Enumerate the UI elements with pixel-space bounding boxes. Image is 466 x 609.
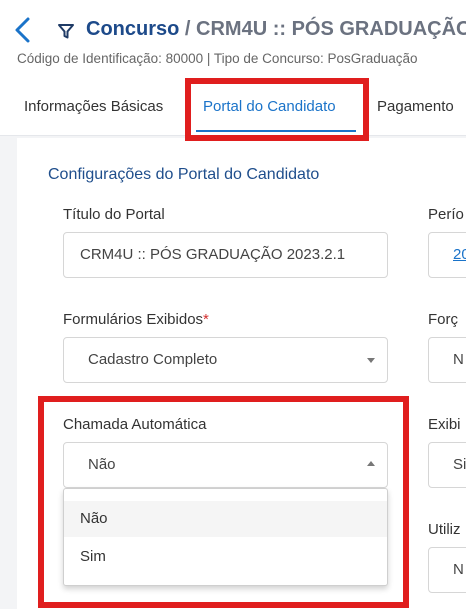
chamada-automatica-value: Não <box>88 456 116 473</box>
utiliza-value: N <box>453 561 464 578</box>
page-header: Concurso / CRM4U :: PÓS GRADUAÇÃO Código… <box>0 0 466 136</box>
app-name: Concurso <box>86 18 180 40</box>
titulo-portal-input[interactable]: CRM4U :: PÓS GRADUAÇÃO 2023.2.1 <box>63 232 388 278</box>
formularios-exibidos-label: Formulários Exibidos* <box>63 311 209 328</box>
exibir-value: Si <box>453 456 466 473</box>
titulo-portal-label: Título do Portal <box>63 206 165 223</box>
utiliza-label: Utiliz <box>428 521 461 538</box>
periodo-value[interactable]: 20 <box>453 246 466 263</box>
tab-pagamento[interactable]: Pagamento <box>377 98 454 115</box>
forca-value: N <box>453 351 464 368</box>
periodo-input[interactable]: 20 <box>428 232 466 278</box>
titulo-portal-value: CRM4U :: PÓS GRADUAÇÃO 2023.2.1 <box>80 246 346 263</box>
tab-bar: Informações Básicas Portal do Candidato … <box>0 84 466 136</box>
forca-label: Forç <box>428 311 458 328</box>
section-title: Configurações do Portal do Candidato <box>48 166 320 183</box>
forca-select[interactable]: N <box>428 337 466 383</box>
chevron-up-icon <box>367 461 375 466</box>
chevron-down-icon <box>367 358 375 363</box>
tab-informacoes-basicas[interactable]: Informações Básicas <box>24 98 163 115</box>
formularios-exibidos-select[interactable]: Cadastro Completo <box>63 337 388 383</box>
active-tab-indicator <box>196 130 356 132</box>
page-subtitle: Código de Identificação: 80000 | Tipo de… <box>17 51 418 66</box>
back-arrow-icon[interactable] <box>12 14 34 46</box>
dropdown-option-sim[interactable]: Sim <box>64 539 387 575</box>
filter-icon[interactable] <box>57 22 75 40</box>
periodo-label: Perío <box>428 206 464 223</box>
utiliza-select[interactable]: N <box>428 547 466 593</box>
chamada-automatica-dropdown: Não Sim <box>63 488 388 586</box>
chamada-automatica-select[interactable]: Não <box>63 442 388 488</box>
page-title: Concurso / CRM4U :: PÓS GRADUAÇÃO <box>86 18 466 41</box>
chamada-automatica-label: Chamada Automática <box>63 416 207 433</box>
exibir-select[interactable]: Si <box>428 442 466 488</box>
title-separator: / <box>184 18 191 40</box>
exibir-label: Exibi <box>428 416 461 433</box>
required-marker: * <box>203 311 209 328</box>
formularios-exibidos-text: Formulários Exibidos <box>63 311 204 328</box>
tab-portal-do-candidato[interactable]: Portal do Candidato <box>203 98 336 115</box>
contest-title: CRM4U :: PÓS GRADUAÇÃO <box>196 18 466 40</box>
formularios-exibidos-value: Cadastro Completo <box>88 351 218 368</box>
dropdown-option-nao[interactable]: Não <box>64 501 387 537</box>
